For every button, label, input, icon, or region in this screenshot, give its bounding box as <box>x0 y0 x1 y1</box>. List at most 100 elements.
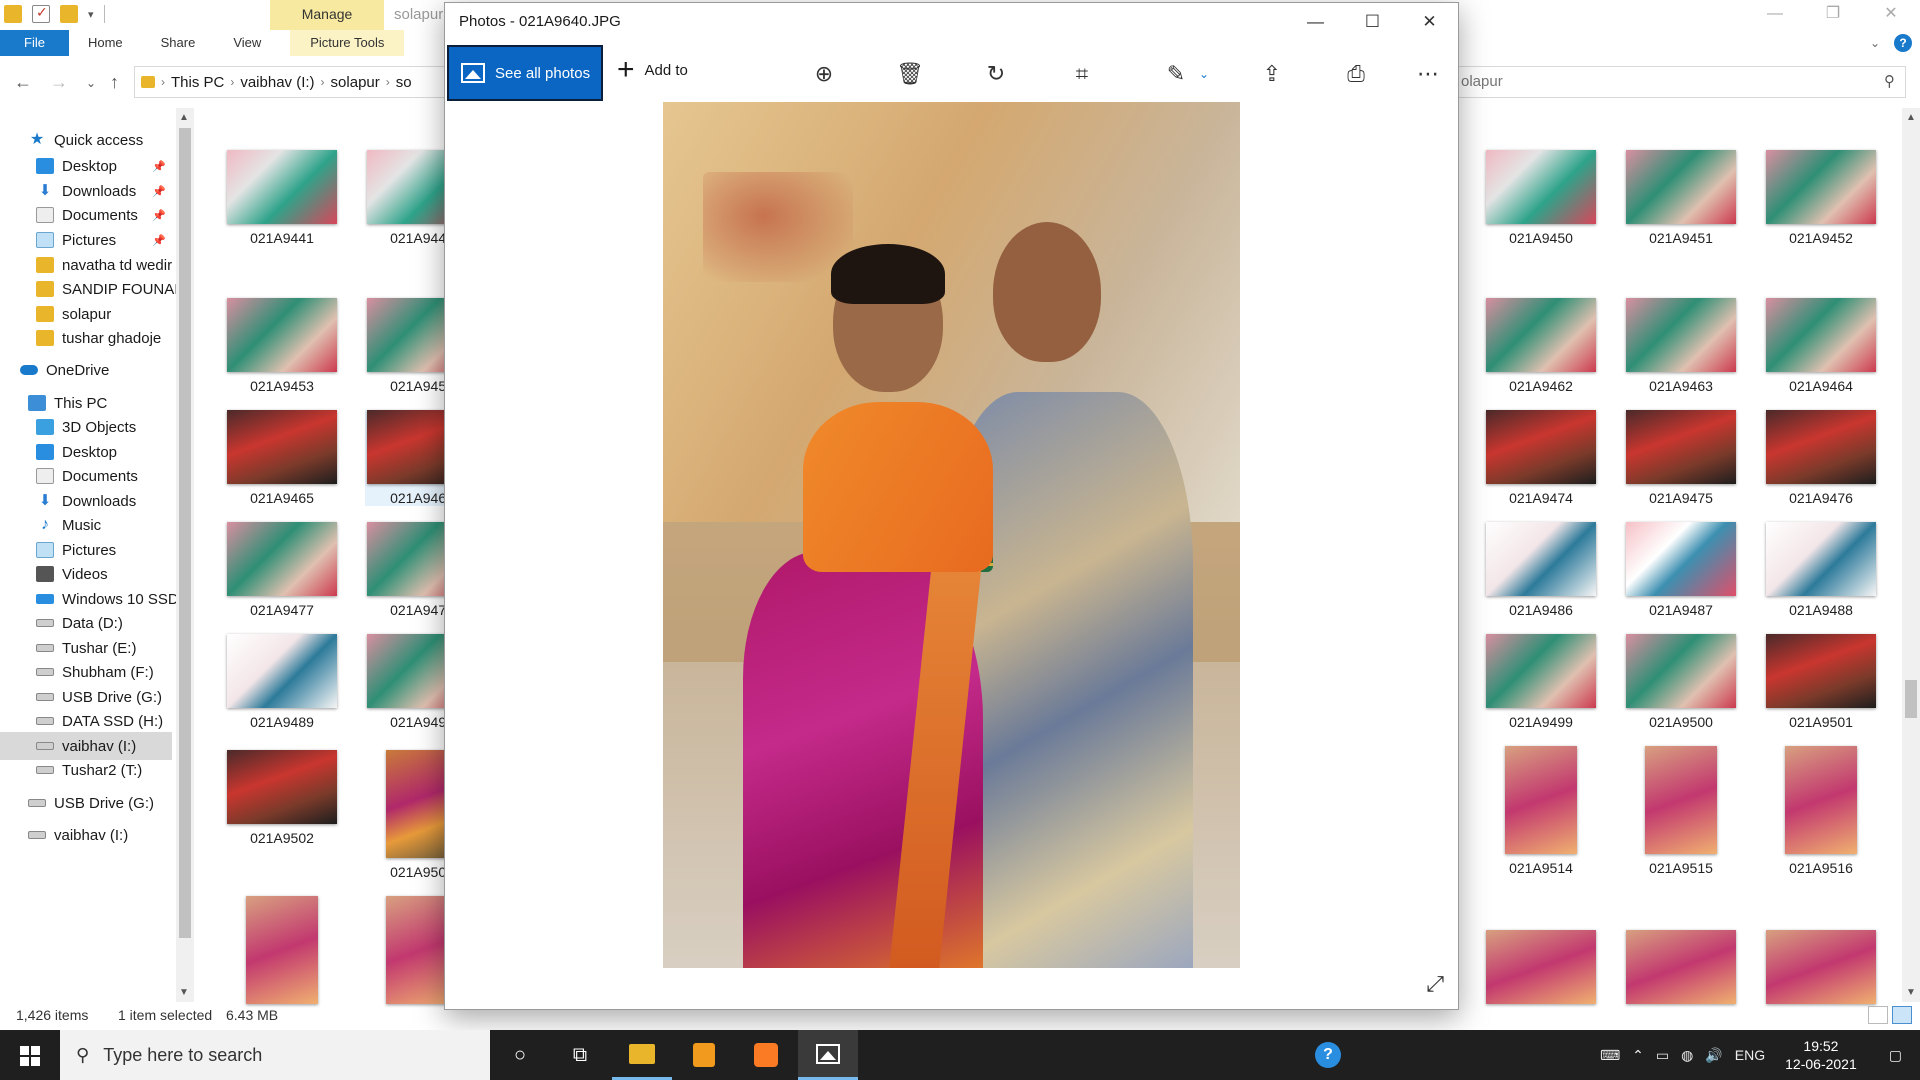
file-thumbnail[interactable]: 021A9453 <box>225 298 339 394</box>
volume-icon[interactable]: 🔊 <box>1699 1047 1728 1064</box>
see-all-photos-button[interactable]: See all photos <box>447 45 603 101</box>
sidebar-item[interactable]: vaibhav (I:) <box>0 821 172 849</box>
file-thumbnail[interactable]: 021A9462 <box>1484 298 1598 394</box>
file-thumbnail[interactable]: 021A9474 <box>1484 410 1598 506</box>
large-icons-view-icon[interactable] <box>1892 1006 1912 1024</box>
maximize-button[interactable]: ☐ <box>1344 3 1401 41</box>
taskbar-search-box[interactable]: ⚲ Type here to search <box>60 1030 490 1080</box>
print-icon[interactable]: ⎙ <box>1341 59 1371 89</box>
file-thumbnail[interactable]: 021A9500 <box>1624 634 1738 730</box>
customize-dropdown-icon[interactable]: ▾ <box>88 8 94 21</box>
taskbar-photos[interactable] <box>798 1030 858 1080</box>
help-icon[interactable]: ? <box>1894 34 1912 52</box>
file-thumbnail[interactable]: 021A9501 <box>1764 634 1878 730</box>
zoom-in-icon[interactable]: ⊕ <box>809 59 839 89</box>
tab-picture-tools[interactable]: Picture Tools <box>290 30 405 56</box>
scroll-down-icon[interactable]: ▼ <box>1906 987 1916 998</box>
file-thumbnail[interactable]: 021A9465 <box>225 410 339 506</box>
file-thumbnail[interactable]: 021A9463 <box>1624 298 1738 394</box>
scrollbar-thumb[interactable] <box>179 128 191 938</box>
breadcrumb-this-pc[interactable]: This PC <box>171 74 224 91</box>
file-thumbnail[interactable]: 021A9477 <box>225 522 339 618</box>
file-thumbnail[interactable]: 021A9475 <box>1624 410 1738 506</box>
input-language[interactable]: ENG <box>1729 1047 1771 1063</box>
clock[interactable]: 19:52 12-06-2021 <box>1771 1037 1871 1073</box>
keyboard-icon[interactable]: ⌨ <box>1594 1047 1626 1064</box>
sidebar-item[interactable]: ♪ Music <box>0 511 172 539</box>
file-thumbnail[interactable]: 021A9441 <box>225 150 339 246</box>
taskbar-sublime-text[interactable] <box>674 1030 734 1080</box>
more-icon[interactable]: ⋯ <box>1413 59 1443 89</box>
fullscreen-icon[interactable]: ⤢ <box>1426 971 1444 997</box>
folder-icon[interactable] <box>4 5 22 23</box>
file-thumbnail[interactable]: 021A9451 <box>1624 150 1738 246</box>
share-icon[interactable]: ⇪ <box>1257 59 1287 89</box>
scroll-up-icon[interactable]: ▲ <box>1906 112 1916 123</box>
file-thumbnail[interactable] <box>1484 930 1598 1010</box>
file-thumbnail[interactable]: 021A9486 <box>1484 522 1598 618</box>
file-thumbnail[interactable]: 021A9514 <box>1484 746 1598 876</box>
file-thumbnail[interactable]: 021A9452 <box>1764 150 1878 246</box>
content-scrollbar[interactable]: ▲ ▼ <box>1902 108 1920 1002</box>
tab-file[interactable]: File <box>0 30 69 56</box>
edit-icon[interactable]: ✎ <box>1161 59 1191 89</box>
search-input[interactable]: olapur ⚲ <box>1456 66 1906 98</box>
file-thumbnail[interactable]: 021A9488 <box>1764 522 1878 618</box>
taskbar-xampp[interactable] <box>736 1030 796 1080</box>
tab-home[interactable]: Home <box>69 30 142 56</box>
sidebar-item[interactable]: SANDIP FOUNAI <box>0 275 176 303</box>
file-thumbnail[interactable]: 021A9476 <box>1764 410 1878 506</box>
restore-button[interactable]: ❐ <box>1804 0 1862 30</box>
battery-icon[interactable]: ▭ <box>1650 1047 1675 1064</box>
address-bar[interactable]: › This PC › vaibhav (I:) › solapur › so <box>134 66 454 98</box>
sidebar-item[interactable]: USB Drive (G:) <box>0 789 172 817</box>
show-hidden-icons-icon[interactable]: ⌃ <box>1626 1047 1650 1064</box>
file-thumbnail[interactable] <box>1764 930 1878 1010</box>
cortana-icon[interactable]: ○ <box>490 1030 550 1080</box>
recent-locations-icon[interactable]: ⌄ <box>86 76 96 90</box>
sidebar-item[interactable]: DATA SSD (H:) <box>0 707 172 735</box>
sidebar-item[interactable]: Videos <box>0 560 172 588</box>
new-folder-icon[interactable] <box>60 5 78 23</box>
file-thumbnail[interactable] <box>1624 930 1738 1010</box>
rotate-icon[interactable]: ↻ <box>981 59 1011 89</box>
photo-viewer-image[interactable] <box>663 102 1240 968</box>
sidebar-item[interactable]: OneDrive <box>0 356 172 384</box>
file-thumbnail[interactable]: 021A9499 <box>1484 634 1598 730</box>
scroll-up-icon[interactable]: ▲ <box>179 112 189 123</box>
breadcrumb-subfolder[interactable]: so <box>396 74 412 91</box>
file-thumbnail[interactable]: 021A9516 <box>1764 746 1878 876</box>
file-thumbnail[interactable]: 021A9515 <box>1624 746 1738 876</box>
expand-ribbon-icon[interactable]: ⌄ <box>1870 36 1880 50</box>
sidebar-item[interactable]: Data (D:) <box>0 609 172 637</box>
file-thumbnail[interactable]: 021A9487 <box>1624 522 1738 618</box>
navigation-scrollbar[interactable]: ▲ ▼ <box>176 108 194 1002</box>
sidebar-item[interactable]: Documents 📌 <box>0 201 172 229</box>
notifications-icon[interactable]: ▢ <box>1871 1047 1920 1064</box>
delete-icon[interactable]: 🗑 <box>895 59 925 89</box>
up-icon[interactable]: ↑ <box>110 72 119 93</box>
file-thumbnail[interactable]: 021A9502 <box>225 750 339 846</box>
crop-icon[interactable]: ⌗ <box>1067 59 1097 89</box>
scrollbar-thumb[interactable] <box>1905 680 1917 718</box>
breadcrumb-folder[interactable]: solapur <box>331 74 380 91</box>
sidebar-item[interactable]: Documents <box>0 462 172 490</box>
sidebar-item[interactable]: tushar ghadoje <box>0 324 172 352</box>
minimize-button[interactable]: — <box>1287 3 1344 41</box>
breadcrumb-drive[interactable]: vaibhav (I:) <box>240 74 314 91</box>
sidebar-item[interactable]: Tushar2 (T:) <box>0 756 172 784</box>
back-icon[interactable]: ← <box>14 72 32 93</box>
taskbar-help[interactable]: ? <box>1298 1030 1358 1080</box>
tab-share[interactable]: Share <box>142 30 215 56</box>
start-button[interactable] <box>0 1030 60 1080</box>
file-thumbnail[interactable]: 021A9464 <box>1764 298 1878 394</box>
file-thumbnail[interactable] <box>225 896 339 1010</box>
close-button[interactable]: ✕ <box>1401 3 1458 41</box>
tab-view[interactable]: View <box>214 30 280 56</box>
sidebar-item[interactable]: ★ Quick access <box>0 126 172 154</box>
file-thumbnail[interactable]: 021A9450 <box>1484 150 1598 246</box>
forward-icon[interactable]: → <box>50 72 68 93</box>
details-view-icon[interactable] <box>1868 1006 1888 1024</box>
network-icon[interactable]: ◍ <box>1675 1047 1699 1064</box>
scroll-down-icon[interactable]: ▼ <box>179 987 189 998</box>
